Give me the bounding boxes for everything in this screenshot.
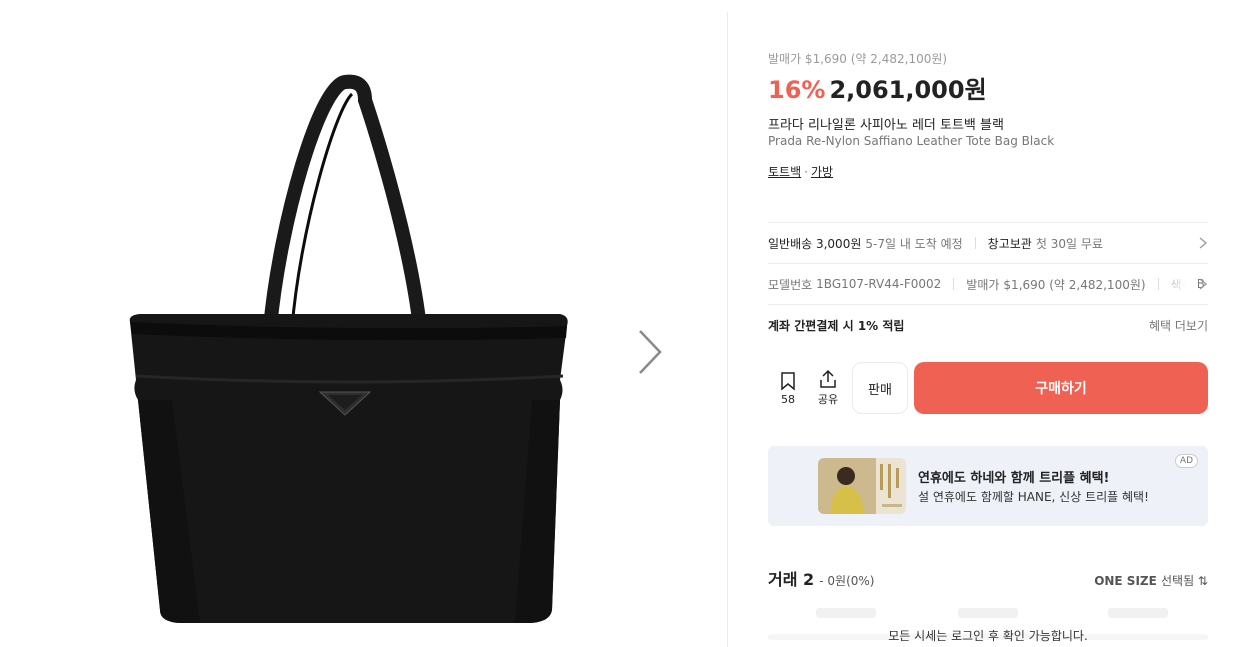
row-fade [1158,264,1198,304]
ad-banner[interactable]: 연휴에도 하네와 함께 트리플 혜택! 설 연휴에도 함께할 HANE, 신상 … [768,446,1208,526]
benefit-text: 계좌 간편결제 시 1% 적립 [768,318,905,333]
action-bar: 58 공유 판매 구매하기 [768,362,1208,414]
spec-row[interactable]: 모델번호 1BG107-RV44-F0002 발매가 $1,690 (약 2,4… [768,264,1208,304]
price-row: 16% 2,061,000원 [768,70,987,105]
trade-change: - 0원(0%) [819,574,875,588]
next-image-arrow-icon[interactable] [632,327,666,377]
shipping-eta: 5-7일 내 도착 예정 [865,236,963,251]
ad-thumbnail [818,458,906,514]
ad-title: 연휴에도 하네와 함께 트리플 혜택! [918,471,1110,486]
row-separator [953,278,955,290]
category-links: 토트백 · 가방 [768,163,833,180]
login-required-note: 모든 시세는 로그인 후 확인 가능합니다. [888,629,1088,643]
size-selector[interactable]: ONE SIZE 선택됨 ⇅ [1094,572,1208,589]
discount-rate: 16% [768,76,826,104]
model-number: 1BG107-RV44-F0002 [816,277,942,291]
category-link-bag[interactable]: 가방 [811,165,833,179]
ad-badge: AD [1174,454,1198,468]
category-link-tote[interactable]: 토트백 [768,165,801,179]
category-separator: · [804,165,808,179]
bookmark-count: 58 [781,392,795,406]
size-value: ONE SIZE [1094,574,1157,588]
storage-label: 창고보관 [987,236,1032,251]
current-price: 2,061,000원 [829,76,987,104]
product-gallery [0,0,727,647]
bookmark-button[interactable]: 58 [768,362,808,414]
buy-button[interactable]: 구매하기 [914,362,1208,414]
size-selected-label: 선택됨 ⇅ [1161,574,1208,588]
chevron-right-icon [1199,237,1208,249]
model-label: 모델번호 [768,277,813,292]
trade-title-group: 거래 2 - 0원(0%) [768,566,874,590]
product-name-english: Prada Re-Nylon Saffiano Leather Tote Bag… [768,134,1055,148]
benefit-more-link[interactable]: 혜택 더보기 [1149,317,1208,334]
release-price: 발매가 $1,690 (약 2,482,100원) [768,52,948,66]
divider [768,304,1208,305]
panel-divider [727,12,728,647]
sell-button[interactable]: 판매 [852,362,908,414]
trade-header: 거래 2 - 0원(0%) ONE SIZE 선택됨 ⇅ [768,566,1208,590]
payment-benefit: 계좌 간편결제 시 1% 적립 혜택 더보기 [768,313,1208,337]
release-label: 발매가 [966,277,1000,292]
share-button[interactable]: 공유 [808,362,848,414]
row-separator [974,237,976,249]
storage-value: 첫 30일 무료 [1035,236,1103,251]
product-image [129,74,568,623]
chevron-right-icon [1199,278,1208,290]
shipping-label: 일반배송 3,000원 [768,236,862,251]
share-label: 공유 [817,393,839,406]
delivery-row[interactable]: 일반배송 3,000원 5-7일 내 도착 예정 창고보관 첫 30일 무료 [768,223,1208,263]
product-name-korean: 프라다 리나일론 사피아노 레더 토트백 블랙 [768,118,1004,133]
bookmark-icon [781,371,795,391]
product-page: 발매가 $1,690 (약 2,482,100원) 16% 2,061,000원… [0,0,1241,647]
release-value: $1,690 (약 2,482,100원) [1003,277,1146,292]
trade-title: 거래 2 [768,570,815,589]
ad-subtitle: 설 연휴에도 함께할 HANE, 신상 트리플 혜택! [918,490,1149,504]
share-icon [820,369,836,388]
